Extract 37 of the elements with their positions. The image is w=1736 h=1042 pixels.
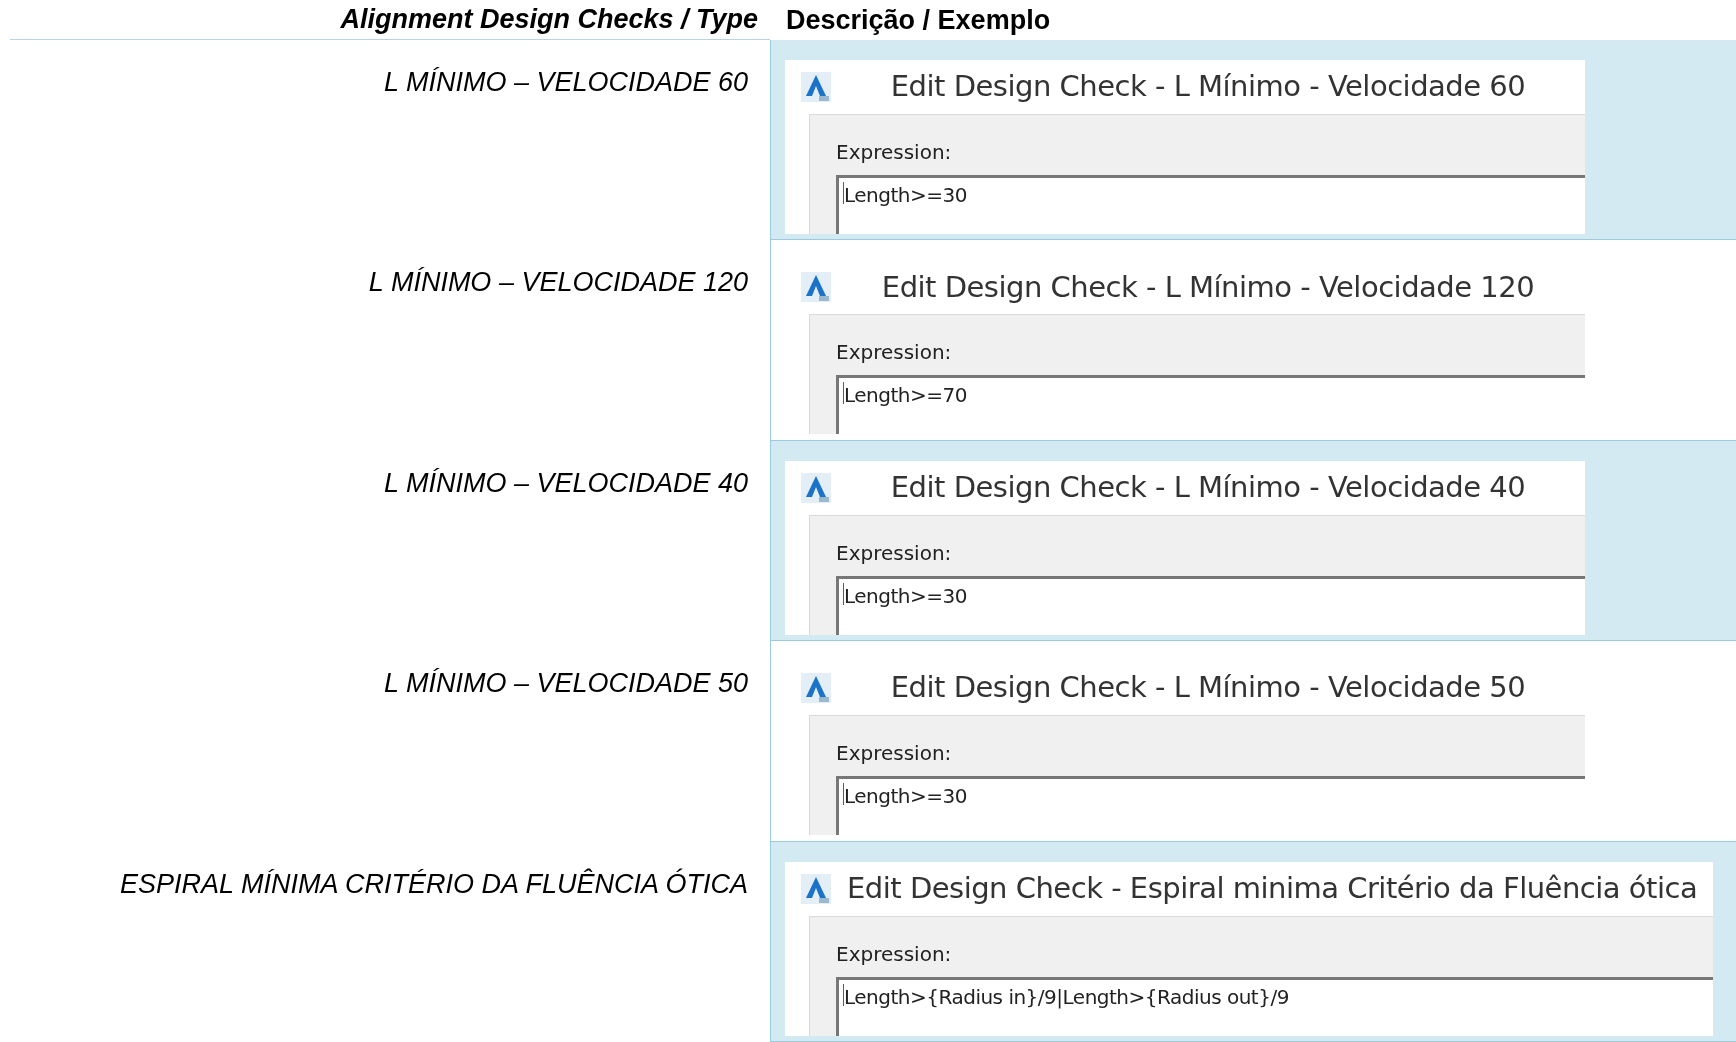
expression-value: Length>{Radius in}/9|Length>{Radius out}/9 (844, 983, 1289, 1011)
expression-value: Length>=70 (844, 382, 967, 410)
app-logo-icon (801, 472, 831, 503)
column-header: Descrição / Exemplo (786, 3, 1051, 37)
app-logo-icon (801, 272, 831, 303)
check-type-label: ESPIRAL MÍNIMA CRITÉRIO DA FLUÊNCIA ÓTICA (119, 867, 748, 901)
expression-label: Expression: (836, 940, 953, 968)
app-logo-icon (801, 673, 831, 704)
check-type-label: L MÍNIMO – VELOCIDADE 40 (383, 466, 748, 500)
expression-value: Length>=30 (844, 582, 967, 610)
expression-value: Length>=30 (844, 783, 967, 811)
dialog-title: Edit Design Check - L Mínimo - Velocidade 60 (890, 68, 1526, 106)
dialog-title: Edit Design Check - L Mínimo - Velocidade 50 (890, 669, 1526, 707)
column-header: Alignment Design Checks / Type (340, 3, 758, 37)
check-type-label: L MÍNIMO – VELOCIDADE 50 (383, 667, 748, 701)
expression-label: Expression: (836, 740, 953, 768)
expression-input-field[interactable]: Length>=70 (836, 375, 1585, 435)
check-type-label: L MÍNIMO – VELOCIDADE 60 (383, 66, 748, 99)
text-caret (843, 983, 844, 1006)
text-caret (843, 182, 844, 204)
expression-input-field[interactable]: Length>{Radius in}/9|Length>{Radius out}/9 (836, 976, 1714, 1036)
expression-input-field[interactable]: Length>=30 (836, 575, 1585, 635)
text-caret (843, 582, 844, 605)
expression-label: Expression: (836, 339, 953, 367)
app-logo-icon (801, 72, 831, 102)
expression-value: Length>=30 (844, 182, 967, 209)
dialog-title: Edit Design Check - L Mínimo - Velocidade 40 (890, 469, 1526, 507)
dialog-title: Edit Design Check - L Mínimo - Velocidade 120 (881, 268, 1535, 306)
text-caret (843, 783, 844, 806)
app-logo-icon (801, 873, 831, 904)
expression-label: Expression: (836, 539, 953, 567)
dialog-title: Edit Design Check - Espiral minima Critério da Fluência ótica (847, 869, 1698, 907)
text-caret (843, 382, 844, 405)
check-type-label: L MÍNIMO – VELOCIDADE 120 (368, 266, 748, 300)
expression-input-field[interactable]: Length>=30 (836, 776, 1585, 836)
expression-input-field[interactable]: Length>=30 (836, 175, 1585, 234)
expression-label: Expression: (836, 139, 953, 166)
